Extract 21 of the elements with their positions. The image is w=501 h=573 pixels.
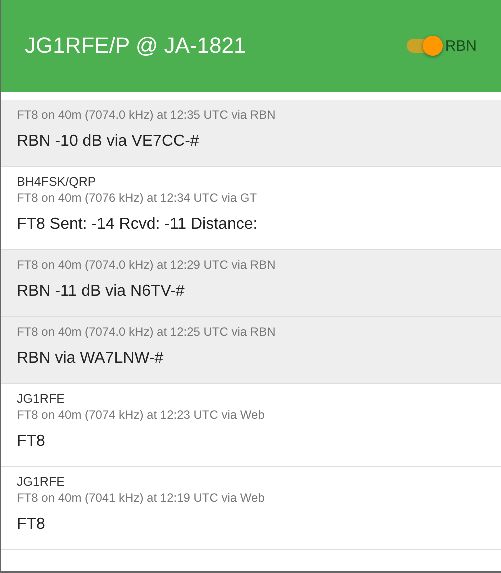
header-title: JG1RFE/P @ JA-1821 [25,33,246,59]
spot-item[interactable]: FT8 on 40m (7074.0 kHz) at 12:29 UTC via RBN RBN -11 dB via N6TV-# [1,250,501,317]
spot-message: FT8 Sent: -14 Rcvd: -11 Distance: [17,215,259,235]
spot-message: FT8 [17,515,46,535]
rbn-toggle[interactable] [407,39,442,53]
spot-details: FT8 on 40m (7041 kHz) at 12:19 UTC via Web [17,490,266,506]
spot-details: FT8 on 40m (7074.0 kHz) at 12:25 UTC via RBN [17,324,277,340]
caller-callsign: JG1RFE [17,474,66,490]
spot-message: RBN -10 dB via VE7CC-# [17,132,200,152]
spot-details: FT8 on 40m (7074.0 kHz) at 12:29 UTC via RBN [17,257,277,273]
spot-item[interactable]: FT8 on 40m (7074.0 kHz) at 12:35 UTC via RBN RBN -10 dB via VE7CC-# [1,100,501,167]
spot-item[interactable]: FT8 on 40m (7074.0 kHz) at 12:25 UTC via RBN RBN via WA7LNW-# [1,317,501,384]
spot-details: FT8 on 40m (7074.0 kHz) at 12:35 UTC via RBN [17,107,277,123]
toggle-label: RBN [445,38,477,54]
spot-details: FT8 on 40m (7076 kHz) at 12:34 UTC via GT [17,190,258,206]
caller-callsign: JG1RFE [17,391,66,407]
spot-message: RBN -11 dB via N6TV-# [17,282,186,302]
caller-callsign: BH4FSK/QRP [17,174,98,190]
spot-message: FT8 [17,432,46,452]
spot-message: RBN via WA7LNW-# [17,349,165,369]
spot-details: FT8 on 40m (7074 kHz) at 12:23 UTC via Web [17,407,266,423]
